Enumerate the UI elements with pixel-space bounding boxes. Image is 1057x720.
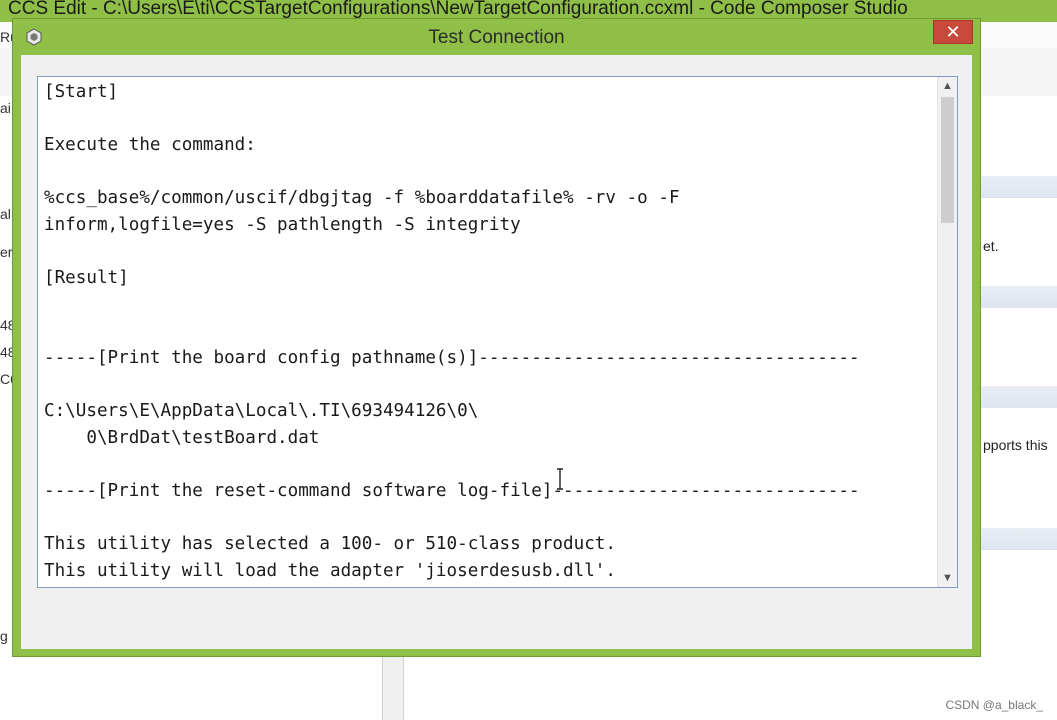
test-connection-dialog: Test Connection ✕ [Start] Execute the co… (12, 18, 981, 657)
ibeam-cursor-icon (557, 468, 563, 490)
log-line: -----[Print the board config pathname(s)… (44, 347, 860, 368)
left-fragment: al (0, 206, 11, 222)
close-button[interactable]: ✕ (933, 20, 973, 44)
background-splitter[interactable] (382, 656, 404, 720)
right-section-header (980, 176, 1057, 198)
log-text: [Start] Execute the command: %ccs_base%/… (44, 79, 934, 584)
watermark: CSDN @a_black_ (945, 698, 1043, 712)
log-line: C:\Users\E\AppData\Local\.TI\693494126\0… (44, 401, 479, 422)
right-section-header (980, 386, 1057, 408)
right-section-header (980, 528, 1057, 550)
log-line: [Start] (44, 82, 119, 102)
left-fragment: g (0, 628, 8, 644)
left-fragment: ai (0, 100, 11, 116)
log-line: [Result] (44, 268, 129, 289)
dialog-title: Test Connection (428, 27, 565, 48)
right-fragment: et. (983, 238, 999, 254)
right-section-header (980, 286, 1057, 308)
right-fragment: pports this (983, 437, 1048, 453)
log-line: inform,logfile=yes -S pathlength -S inte… (44, 214, 521, 235)
left-fragment: C6 (0, 371, 12, 387)
log-line: -----[Print the reset-command software l… (44, 480, 860, 501)
background-left-panel (0, 96, 12, 720)
scrollbar-thumb[interactable] (941, 97, 954, 223)
log-line: 0\BrdDat\testBoard.dat (44, 427, 320, 448)
log-line: Execute the command: (44, 135, 256, 156)
log-line: %ccs_base%/common/uscif/dbgjtag -f %boar… (44, 188, 680, 209)
left-fragment: Ru (0, 29, 12, 45)
left-fragment: er (0, 244, 12, 260)
scroll-down-icon[interactable]: ▼ (938, 569, 957, 587)
log-textbox[interactable]: [Start] Execute the command: %ccs_base%/… (37, 76, 958, 588)
dialog-client-area: [Start] Execute the command: %ccs_base%/… (21, 55, 972, 649)
left-fragment: 48 (0, 317, 12, 333)
scroll-up-icon[interactable]: ▲ (938, 77, 957, 95)
background-bottom-area (0, 656, 1057, 720)
log-line: This utility will load the adapter 'jios… (44, 560, 616, 581)
left-fragment: 48 (0, 344, 12, 360)
vertical-scrollbar[interactable]: ▲ ▼ (937, 77, 957, 587)
log-line: This utility has selected a 100- or 510-… (44, 534, 616, 555)
dialog-titlebar[interactable]: Test Connection ✕ (13, 19, 980, 55)
